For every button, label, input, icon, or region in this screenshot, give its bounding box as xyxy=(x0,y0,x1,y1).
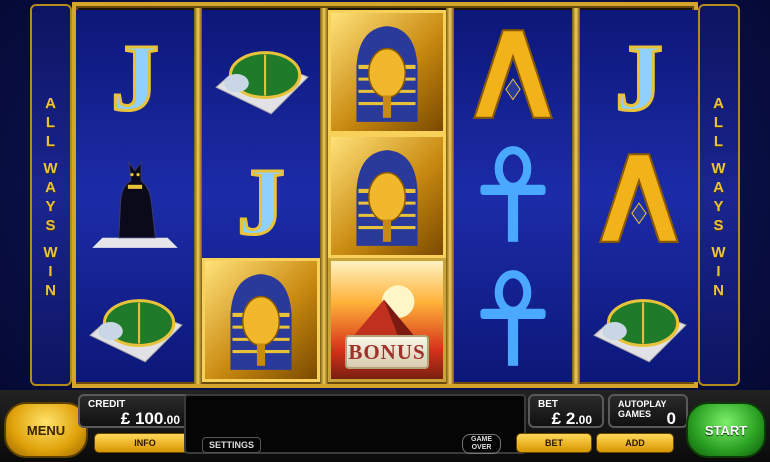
slot-game-screen: ALL WAYS WIN ALL WAYS WIN J J BONUS J ME… xyxy=(0,0,770,462)
banner-letter: L xyxy=(45,114,57,131)
reel-cell: J xyxy=(76,10,194,134)
reel-cell xyxy=(202,258,320,382)
left-banner-text: ALL WAYS WIN xyxy=(32,94,70,300)
banner-letter xyxy=(32,235,70,243)
reel-cell xyxy=(76,258,194,382)
symbol-a-icon xyxy=(472,29,554,119)
game-over-line1: GAME xyxy=(471,436,492,443)
banner-letter xyxy=(32,151,70,159)
bet-amount: 2 xyxy=(565,409,576,428)
banner-letter: Y xyxy=(45,198,57,215)
banner-letter: A xyxy=(45,95,57,112)
symbol-a-icon xyxy=(598,153,680,243)
autoplay-value: 0 xyxy=(666,409,676,428)
bet-value: £ 2.00 xyxy=(552,409,592,429)
reel-cell xyxy=(580,134,698,258)
symbol-j-icon: J xyxy=(614,23,665,128)
banner-letter: W xyxy=(711,244,727,261)
svg-text:J: J xyxy=(237,149,285,252)
scarab-icon xyxy=(215,51,309,115)
symbol-j-icon: J xyxy=(236,147,287,252)
reel-cell xyxy=(580,258,698,382)
menu-button[interactable]: MENU xyxy=(4,402,88,458)
banner-letter: A xyxy=(713,179,725,196)
info-button[interactable]: INFO xyxy=(94,433,196,453)
add-button[interactable]: ADD xyxy=(596,433,674,453)
banner-letter: L xyxy=(713,114,725,131)
banner-letter: S xyxy=(45,217,57,234)
credit-decimals: .00 xyxy=(163,413,180,427)
reel-4 xyxy=(454,10,572,382)
reel-separator xyxy=(572,8,580,384)
reel-5: J xyxy=(580,10,698,382)
reel-cell xyxy=(454,134,572,258)
bonus-pyramid-icon: BONUS xyxy=(328,258,446,382)
bet-button[interactable]: BET xyxy=(516,433,592,453)
scarab-icon xyxy=(89,299,183,363)
banner-letter: S xyxy=(713,217,725,234)
reel-2: J xyxy=(202,10,320,382)
svg-text:J: J xyxy=(111,25,159,128)
pharaoh-mask-icon xyxy=(356,150,418,246)
banner-letter: A xyxy=(45,179,57,196)
settings-button[interactable]: SETTINGS xyxy=(202,437,262,453)
pharaoh-mask-icon xyxy=(356,26,418,122)
reel-3: BONUS xyxy=(328,10,446,382)
left-side-banner: ALL WAYS WIN xyxy=(30,4,72,386)
banner-letter: I xyxy=(716,263,722,280)
autoplay-panel: AUTOPLAY GAMES 0 xyxy=(608,394,688,428)
banner-letter: L xyxy=(713,133,725,150)
bet-currency: £ xyxy=(551,409,562,428)
reel-cell xyxy=(202,10,320,134)
banner-letter: W xyxy=(711,160,727,177)
svg-text:J: J xyxy=(615,25,663,128)
banner-letter: N xyxy=(45,282,57,299)
reel-separator xyxy=(194,8,202,384)
banner-letter: W xyxy=(43,160,59,177)
reel-cell xyxy=(454,10,572,134)
banner-letter: L xyxy=(45,133,57,150)
reel-separator xyxy=(446,8,454,384)
reel-cell: J xyxy=(202,134,320,258)
start-button[interactable]: START xyxy=(686,402,766,458)
credit-amount: 100 xyxy=(134,409,164,428)
banner-letter: N xyxy=(713,282,725,299)
ankh-icon xyxy=(480,270,546,366)
reel-1: J xyxy=(76,10,194,382)
pharaoh-mask-icon xyxy=(230,274,292,370)
reel-separator xyxy=(320,8,328,384)
game-over-line2: OVER xyxy=(471,444,492,451)
reels-frame: J J BONUS J xyxy=(72,2,698,388)
reel-cell xyxy=(328,10,446,134)
credit-panel: CREDIT £ 100.00 xyxy=(78,394,192,428)
reel-cell: J xyxy=(580,10,698,134)
scarab-icon xyxy=(593,299,687,363)
reel-cell xyxy=(328,134,446,258)
credit-label: CREDIT xyxy=(88,399,126,410)
credit-value: £ 100.00 xyxy=(121,409,180,429)
banner-letter: Y xyxy=(713,198,725,215)
bonus-label: BONUS xyxy=(345,335,429,369)
banner-letter: W xyxy=(43,244,59,261)
bet-panel: BET £ 2.00 xyxy=(528,394,604,428)
banner-letter xyxy=(700,151,738,159)
right-side-banner: ALL WAYS WIN xyxy=(698,4,740,386)
banner-letter: A xyxy=(713,95,725,112)
symbol-j-icon: J xyxy=(110,23,161,128)
right-banner-text: ALL WAYS WIN xyxy=(700,94,738,300)
game-over-button[interactable]: GAME OVER xyxy=(462,434,501,454)
banner-letter xyxy=(700,235,738,243)
banner-letter: I xyxy=(48,263,54,280)
reel-cell xyxy=(454,258,572,382)
credit-currency: £ xyxy=(120,409,131,428)
bet-decimals: .00 xyxy=(575,413,592,427)
bastet-cat-icon xyxy=(92,160,178,248)
ankh-icon xyxy=(480,146,546,242)
reel-cell xyxy=(76,134,194,258)
